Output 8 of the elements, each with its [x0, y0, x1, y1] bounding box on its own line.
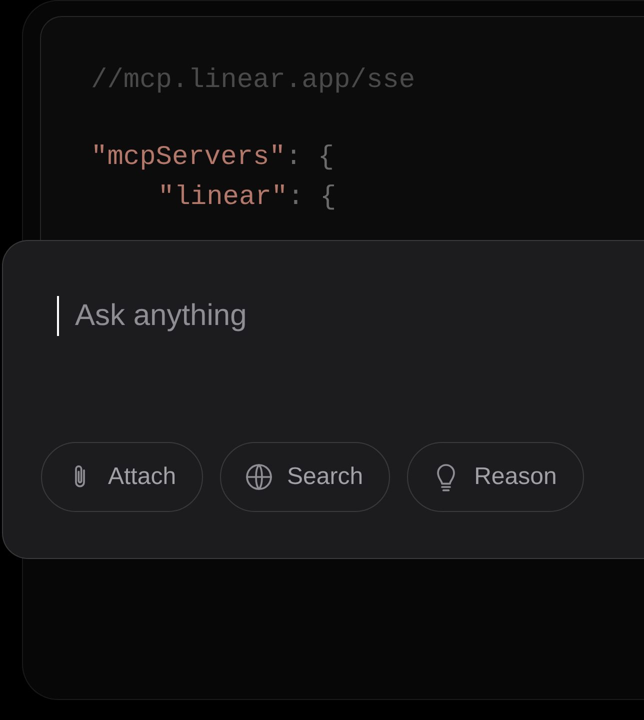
code-line: "linear": {: [158, 182, 336, 215]
toolbar-button[interactable]: Reason: [407, 442, 584, 512]
toolbar-button[interactable]: Attach: [41, 442, 204, 512]
code-comment: //mcp.linear.app/sse: [91, 65, 416, 98]
code-line: "mcpServers": {: [91, 142, 334, 175]
message-input[interactable]: Ask anything: [75, 293, 575, 338]
toolbar-button[interactable]: Search: [220, 442, 390, 512]
text-cursor: [57, 296, 59, 336]
